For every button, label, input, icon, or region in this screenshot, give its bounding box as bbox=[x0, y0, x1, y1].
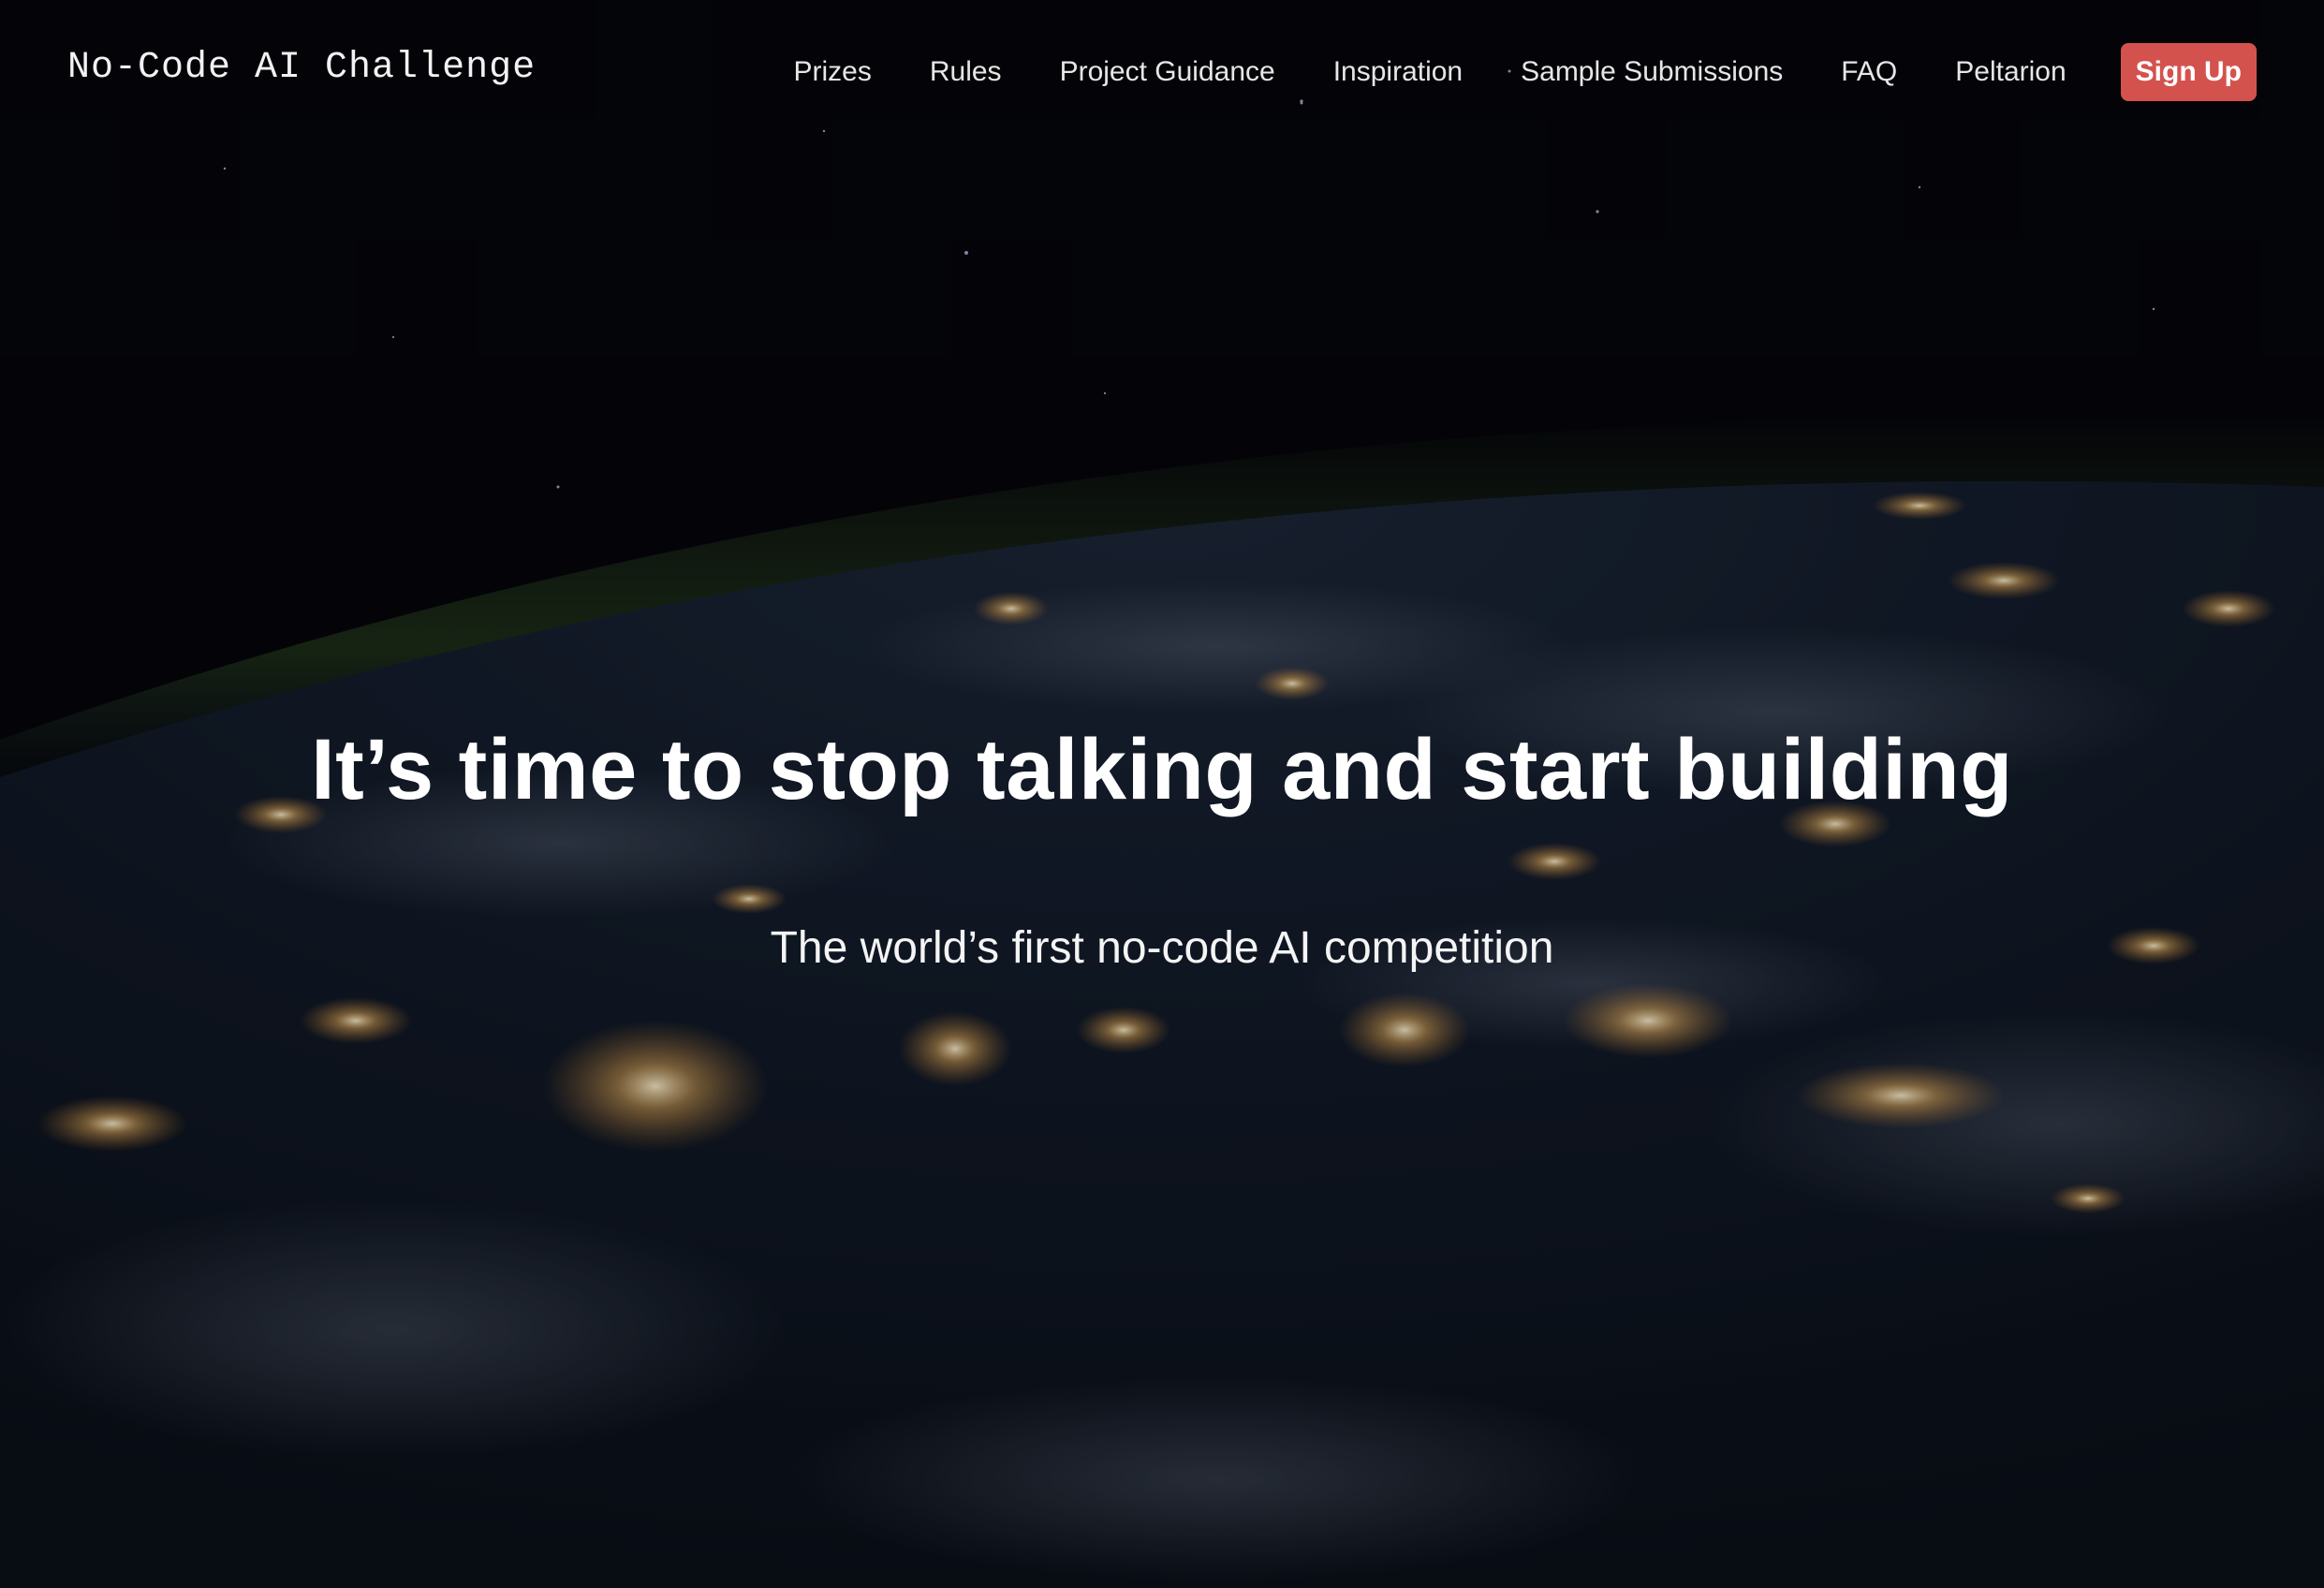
site-logo[interactable]: No-Code AI Challenge bbox=[67, 47, 536, 89]
hero-headline: It’s time to stop talking and start buil… bbox=[311, 722, 2013, 817]
hero-subheadline: The world’s first no-code AI competition bbox=[770, 923, 1554, 973]
nav-link-prizes[interactable]: Prizes bbox=[794, 56, 872, 88]
landing-page: No-Code AI Challenge Prizes Rules Projec… bbox=[0, 0, 2324, 1588]
nav-link-peltarion[interactable]: Peltarion bbox=[1955, 56, 2066, 88]
nav-link-faq[interactable]: FAQ bbox=[1841, 56, 1897, 88]
nav-link-inspiration[interactable]: Inspiration bbox=[1333, 56, 1463, 88]
nav-link-sample-submissions[interactable]: Sample Submissions bbox=[1521, 56, 1783, 88]
top-navbar: No-Code AI Challenge Prizes Rules Projec… bbox=[0, 0, 2324, 144]
sign-up-button[interactable]: Sign Up bbox=[2120, 43, 2257, 101]
nav-link-rules[interactable]: Rules bbox=[930, 56, 1002, 88]
nav-links: Prizes Rules Project Guidance Inspiratio… bbox=[794, 43, 2257, 101]
nav-link-project-guidance[interactable]: Project Guidance bbox=[1060, 56, 1275, 88]
